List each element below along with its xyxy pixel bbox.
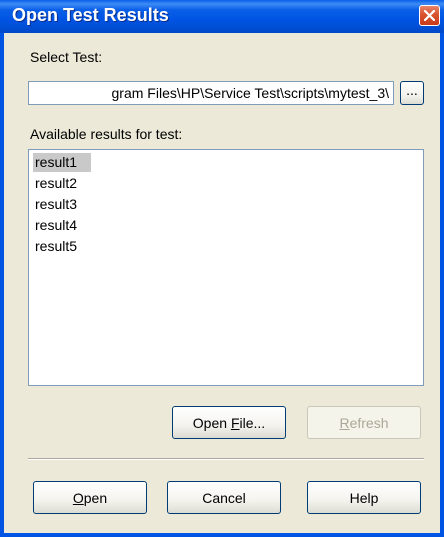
list-item-result2[interactable]: result2: [33, 174, 79, 193]
open-button[interactable]: Open: [33, 481, 147, 514]
list-item-result5[interactable]: result5: [33, 237, 79, 256]
available-results-label: Available results for test:: [30, 126, 183, 142]
help-button[interactable]: Help: [307, 481, 421, 514]
test-path-field[interactable]: gram Files\HP\Service Test\scripts\mytes…: [28, 81, 394, 105]
open-test-results-dialog: Open Test Results Select Test: gram File…: [0, 0, 444, 537]
open-label: Open: [72, 489, 108, 506]
close-icon: [424, 10, 435, 21]
browse-button[interactable]: ...: [400, 81, 424, 105]
help-label: Help: [349, 489, 379, 506]
close-button[interactable]: [419, 5, 440, 26]
cancel-label: Cancel: [202, 489, 246, 506]
test-path-value: gram Files\HP\Service Test\scripts\mytes…: [111, 85, 389, 101]
results-list[interactable]: result1 result2 result3 result4 result5: [28, 149, 424, 386]
refresh-button[interactable]: Refresh: [307, 406, 421, 439]
select-test-label: Select Test:: [30, 49, 103, 65]
list-item-result1[interactable]: result1: [33, 153, 92, 172]
window-title: Open Test Results: [12, 5, 169, 25]
cancel-button[interactable]: Cancel: [167, 481, 281, 514]
list-item-result3[interactable]: result3: [33, 195, 79, 214]
open-file-label: Open File...: [192, 414, 266, 431]
open-file-button[interactable]: Open File...: [172, 406, 286, 439]
browse-button-label: ...: [406, 82, 418, 98]
list-item-result4[interactable]: result4: [33, 216, 79, 235]
separator: [28, 458, 424, 460]
title-bar[interactable]: Open Test Results: [0, 0, 444, 33]
refresh-label: Refresh: [339, 414, 389, 431]
